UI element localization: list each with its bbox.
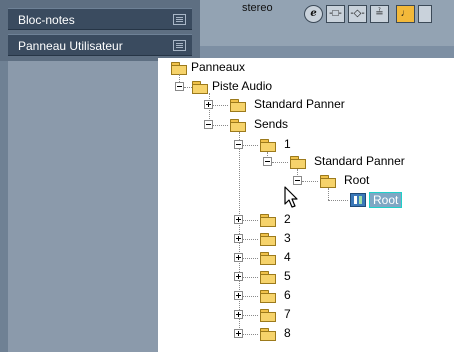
tree-node-send-2[interactable]: 2 (284, 210, 291, 228)
expand-icon[interactable] (234, 329, 243, 338)
panel-icon (173, 40, 186, 51)
folder-icon (290, 156, 306, 169)
tree-connector (213, 125, 228, 126)
collapse-icon[interactable] (293, 176, 302, 185)
folder-icon (260, 139, 276, 152)
folder-icon (171, 62, 187, 75)
tree-connector (243, 145, 258, 146)
tree-connector (243, 296, 258, 297)
list-icon (173, 14, 186, 25)
folder-icon (320, 175, 336, 188)
folder-icon (260, 252, 276, 265)
tree-connector (243, 258, 258, 259)
tree-connector (302, 181, 318, 182)
tree-node-panneaux[interactable]: Panneaux (191, 58, 245, 76)
tree-node-send-1[interactable]: 1 (284, 135, 291, 153)
tree-connector (243, 220, 258, 221)
collapse-icon[interactable] (175, 82, 184, 91)
collapse-icon[interactable] (204, 120, 213, 129)
expand-icon[interactable] (234, 310, 243, 319)
tree-connector (184, 87, 192, 88)
sidebar-item-label: Panneau Utilisateur (18, 39, 123, 53)
tree-node-sends[interactable]: Sends (254, 115, 288, 133)
expand-icon[interactable] (234, 272, 243, 281)
inspector-toolbar: stereo e -□- -◇- ≟ ♩ (200, 0, 454, 46)
tree-node-send-8[interactable]: 8 (284, 324, 291, 342)
tree-node-send-4[interactable]: 4 (284, 248, 291, 266)
folder-icon (260, 233, 276, 246)
tree-node-piste-audio[interactable]: Piste Audio (212, 77, 272, 95)
expand-icon[interactable] (234, 291, 243, 300)
eq-button[interactable]: -◇- (348, 5, 367, 23)
folder-icon (260, 271, 276, 284)
sidebar-item-panneau-utilisateur[interactable]: Panneau Utilisateur (8, 34, 192, 56)
note-button[interactable]: ♩ (396, 5, 415, 23)
folder-icon (230, 119, 246, 132)
sidebar-item-bloc-notes[interactable]: Bloc-notes (8, 8, 192, 30)
tree-node-send-6[interactable]: 6 (284, 286, 291, 304)
folder-icon (230, 99, 246, 112)
tree-connector (328, 188, 329, 200)
tree-connector (272, 162, 288, 163)
folder-icon (260, 214, 276, 227)
folder-icon (260, 290, 276, 303)
tree-connector (239, 132, 240, 334)
expand-icon[interactable] (234, 215, 243, 224)
expand-icon[interactable] (204, 100, 213, 109)
tree-node-send-3[interactable]: 3 (284, 229, 291, 247)
mouse-pointer-icon (284, 186, 298, 208)
tree-node-send-5[interactable]: 5 (284, 267, 291, 285)
sidebar-panel (8, 61, 158, 352)
tree-node-standard-panner[interactable]: Standard Panner (254, 95, 345, 113)
tree-node-send-7[interactable]: 7 (284, 305, 291, 323)
parameter-icon (350, 193, 366, 207)
more-button[interactable] (418, 5, 432, 23)
folder-icon (260, 309, 276, 322)
tree-connector (243, 334, 258, 335)
send-button[interactable]: ≟ (370, 5, 389, 23)
tree-node-root-folder[interactable]: Root (344, 171, 369, 189)
tree-node-root-selected[interactable]: Root (369, 192, 403, 208)
tree-node-send1-standard-panner[interactable]: Standard Panner (314, 152, 405, 170)
collapse-icon[interactable] (263, 157, 272, 166)
tree-connector (243, 315, 258, 316)
tree-connector (213, 105, 228, 106)
insert-button[interactable]: -□- (326, 5, 345, 23)
folder-icon (192, 81, 208, 94)
parameter-tree: Panneaux Piste Audio Standard Panner Sen… (158, 58, 454, 352)
tree-connector (243, 239, 258, 240)
expand-icon[interactable] (234, 253, 243, 262)
mode-label: stereo (242, 2, 273, 14)
tree-connector (328, 200, 348, 201)
tree-connector (243, 277, 258, 278)
sidebar-item-label: Bloc-notes (18, 13, 75, 27)
edit-button[interactable]: e (304, 5, 323, 23)
collapse-icon[interactable] (234, 140, 243, 149)
expand-icon[interactable] (234, 234, 243, 243)
folder-icon (260, 328, 276, 341)
